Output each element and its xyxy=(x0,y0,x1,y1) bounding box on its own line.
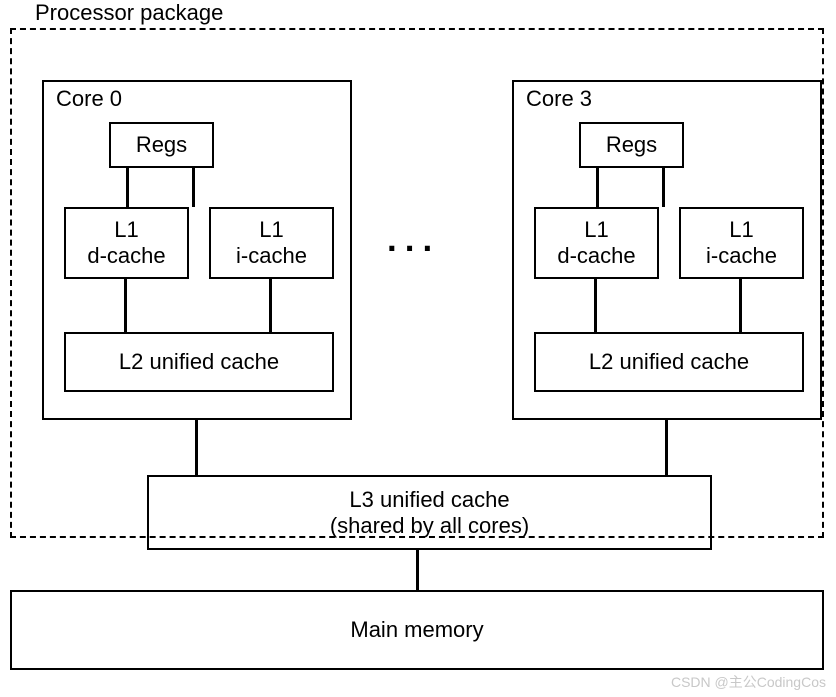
regs-label: Regs xyxy=(606,132,657,158)
connector xyxy=(665,420,668,475)
regs-label: Regs xyxy=(136,132,187,158)
core-0-label: Core 0 xyxy=(56,86,122,112)
core-3-label: Core 3 xyxy=(526,86,592,112)
l1d-label-2: d-cache xyxy=(557,243,635,269)
l3-label-1: L3 unified cache xyxy=(349,487,509,513)
l1d-label-1: L1 xyxy=(584,217,608,243)
connector xyxy=(594,279,597,332)
watermark: CSDN @主公CodingCos xyxy=(671,672,826,692)
l2-label: L2 unified cache xyxy=(119,349,279,375)
connector xyxy=(739,279,742,332)
connector xyxy=(195,420,198,475)
l1i-label-2: i-cache xyxy=(706,243,777,269)
core-0-l2: L2 unified cache xyxy=(64,332,334,392)
connector xyxy=(416,548,419,590)
l3-label-2: (shared by all cores) xyxy=(330,513,529,539)
core-0-regs: Regs xyxy=(109,122,214,168)
l1i-label-1: L1 xyxy=(729,217,753,243)
connector xyxy=(662,168,665,207)
l2-label: L2 unified cache xyxy=(589,349,749,375)
l1d-label-2: d-cache xyxy=(87,243,165,269)
connector xyxy=(596,168,599,207)
core-0-box: Core 0 Regs L1 d-cache L1 i-cache L2 uni… xyxy=(42,80,352,420)
l1i-label-1: L1 xyxy=(259,217,283,243)
processor-package-label: Processor package xyxy=(30,0,228,26)
core-3-box: Core 3 Regs L1 d-cache L1 i-cache L2 uni… xyxy=(512,80,822,420)
processor-package-box: Core 0 Regs L1 d-cache L1 i-cache L2 uni… xyxy=(10,28,824,538)
l1d-label-1: L1 xyxy=(114,217,138,243)
core-3-l1i: L1 i-cache xyxy=(679,207,804,279)
core-3-l2: L2 unified cache xyxy=(534,332,804,392)
connector xyxy=(192,168,195,207)
l3-cache-box: L3 unified cache (shared by all cores) xyxy=(147,475,712,550)
connector xyxy=(124,279,127,332)
l1i-label-2: i-cache xyxy=(236,243,307,269)
core-0-l1d: L1 d-cache xyxy=(64,207,189,279)
ellipsis: ... xyxy=(387,220,440,260)
core-3-l1d: L1 d-cache xyxy=(534,207,659,279)
connector xyxy=(126,168,129,207)
main-memory-label: Main memory xyxy=(350,617,483,643)
core-0-l1i: L1 i-cache xyxy=(209,207,334,279)
core-3-regs: Regs xyxy=(579,122,684,168)
main-memory-box: Main memory xyxy=(10,590,824,670)
connector xyxy=(269,279,272,332)
